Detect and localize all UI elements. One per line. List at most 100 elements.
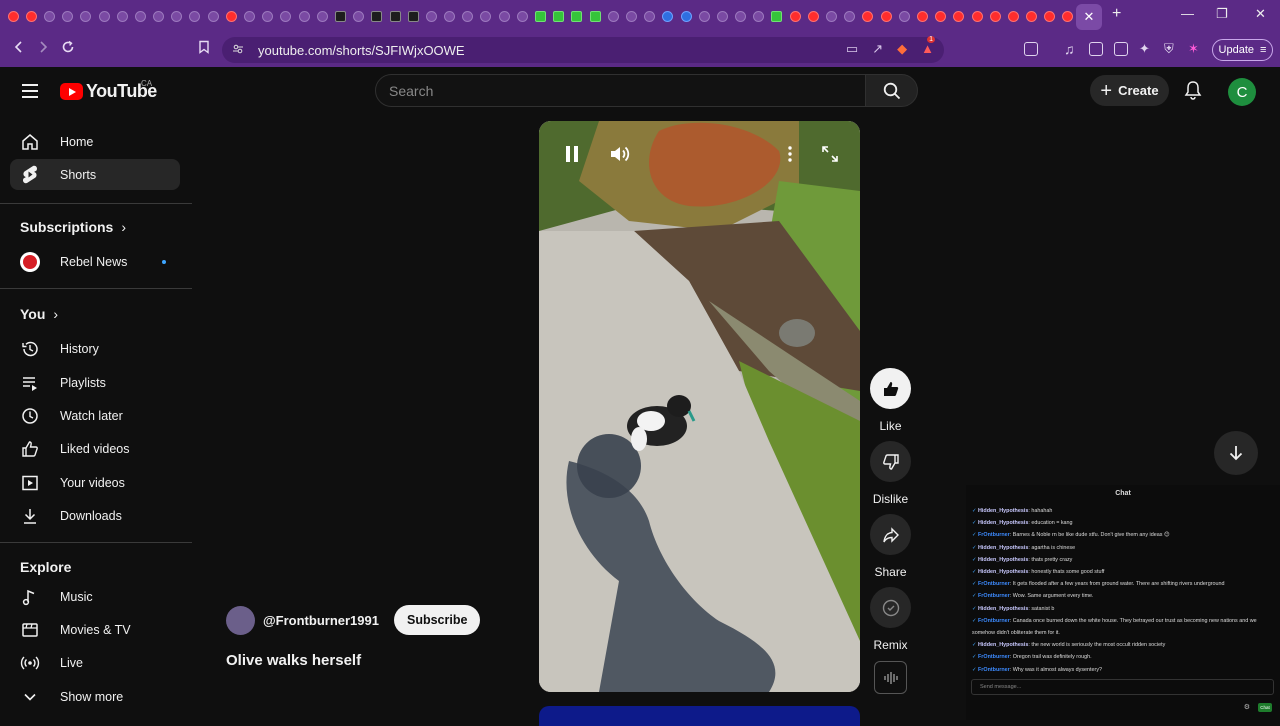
browser-tab[interactable] bbox=[1059, 0, 1077, 33]
channel-avatar[interactable] bbox=[226, 605, 255, 635]
brave-rewards-icon[interactable]: ▲ 1 bbox=[921, 36, 936, 57]
chat-username[interactable]: Hidden_Hypothesis bbox=[978, 606, 1028, 612]
browser-tab[interactable] bbox=[459, 0, 477, 33]
browser-tab[interactable] bbox=[495, 0, 513, 33]
browser-tab[interactable] bbox=[131, 0, 149, 33]
browser-tab[interactable] bbox=[713, 0, 731, 33]
browser-tab[interactable] bbox=[550, 0, 568, 33]
browser-tab[interactable] bbox=[350, 0, 368, 33]
guide-menu-icon[interactable] bbox=[22, 84, 38, 102]
sidebar-item-history[interactable]: History bbox=[10, 333, 180, 364]
browser-tab[interactable] bbox=[368, 0, 386, 33]
sidebar-item-music[interactable]: Music bbox=[10, 581, 180, 612]
update-button[interactable]: Update ≡ bbox=[1212, 39, 1273, 61]
browser-tab[interactable] bbox=[1004, 0, 1022, 33]
browser-tab[interactable] bbox=[968, 0, 986, 33]
browser-tab[interactable] bbox=[477, 0, 495, 33]
browser-tab[interactable] bbox=[932, 0, 950, 33]
chat-send-button[interactable]: Chat bbox=[1258, 703, 1272, 712]
sidebar-item-rebel-news[interactable]: Rebel News bbox=[10, 246, 180, 277]
like-button[interactable]: Like bbox=[870, 368, 911, 433]
chat-username[interactable]: Hidden_Hypothesis bbox=[978, 508, 1028, 514]
cast-icon[interactable]: ▭ bbox=[846, 41, 858, 57]
leo-ai-icon[interactable]: ✦ bbox=[1139, 41, 1150, 57]
url-text[interactable]: youtube.com/shorts/SJFIWjxOOWE bbox=[258, 43, 465, 58]
browser-tab[interactable] bbox=[604, 0, 622, 33]
fullscreen-button[interactable] bbox=[821, 145, 839, 168]
browser-tab[interactable] bbox=[22, 0, 40, 33]
browser-tab[interactable] bbox=[695, 0, 713, 33]
sidebar-item-show-more[interactable]: Show more bbox=[10, 681, 180, 712]
next-short-preview[interactable] bbox=[539, 706, 860, 726]
browser-tab[interactable] bbox=[295, 0, 313, 33]
browser-tab[interactable] bbox=[750, 0, 768, 33]
new-tab-button[interactable]: + bbox=[1112, 5, 1121, 23]
chat-username[interactable]: FrOntburner bbox=[978, 618, 1010, 624]
browser-tab[interactable] bbox=[513, 0, 531, 33]
chat-username[interactable]: Hidden_Hypothesis bbox=[978, 545, 1028, 551]
volume-button[interactable] bbox=[609, 144, 631, 169]
remix-circle[interactable] bbox=[870, 587, 911, 628]
browser-tab[interactable] bbox=[404, 0, 422, 33]
browser-tab[interactable] bbox=[313, 0, 331, 33]
browser-tab[interactable] bbox=[168, 0, 186, 33]
you-heading[interactable]: You › bbox=[20, 306, 58, 322]
chat-username[interactable]: Hidden_Hypothesis bbox=[978, 520, 1028, 526]
like-circle[interactable] bbox=[870, 368, 911, 409]
browser-tab[interactable] bbox=[77, 0, 95, 33]
browser-tab[interactable] bbox=[568, 0, 586, 33]
more-options-button[interactable] bbox=[787, 146, 793, 167]
browser-tab[interactable] bbox=[768, 0, 786, 33]
sidebar-item-your-videos[interactable]: Your videos bbox=[10, 467, 180, 498]
browser-tab[interactable] bbox=[386, 0, 404, 33]
site-info-icon[interactable] bbox=[232, 43, 244, 58]
browser-tab[interactable] bbox=[331, 0, 349, 33]
menu-icon[interactable]: ≡ bbox=[1260, 44, 1266, 56]
browser-tab[interactable] bbox=[1041, 0, 1059, 33]
subscribe-button[interactable]: Subscribe bbox=[393, 605, 481, 635]
wallet-icon[interactable] bbox=[1114, 42, 1128, 56]
close-tab-button[interactable]: ✕ bbox=[1076, 4, 1102, 30]
dislike-circle[interactable] bbox=[870, 441, 911, 482]
browser-tab[interactable] bbox=[622, 0, 640, 33]
browser-tab[interactable] bbox=[841, 0, 859, 33]
sidebar-item-movies-tv[interactable]: Movies & TV bbox=[10, 614, 180, 645]
subscriptions-heading[interactable]: Subscriptions › bbox=[20, 219, 126, 235]
browser-tab[interactable] bbox=[659, 0, 677, 33]
extension-icon[interactable]: ✶ bbox=[1188, 41, 1199, 57]
browser-tab[interactable] bbox=[240, 0, 258, 33]
channel-handle[interactable]: @Frontburner1991 bbox=[263, 613, 379, 628]
account-avatar[interactable]: C bbox=[1228, 78, 1256, 106]
browser-tab[interactable] bbox=[441, 0, 459, 33]
browser-tab[interactable] bbox=[877, 0, 895, 33]
chat-username[interactable]: FrOntburner bbox=[978, 654, 1010, 660]
browser-tab[interactable] bbox=[732, 0, 750, 33]
browser-tab[interactable] bbox=[59, 0, 77, 33]
create-button[interactable]: + Create bbox=[1090, 75, 1169, 106]
sidebar-item-liked-videos[interactable]: Liked videos bbox=[10, 433, 180, 464]
browser-tab[interactable] bbox=[422, 0, 440, 33]
browser-tab[interactable] bbox=[531, 0, 549, 33]
chat-username[interactable]: FrOntburner bbox=[978, 593, 1010, 599]
reload-icon[interactable] bbox=[61, 40, 75, 59]
browser-tab[interactable] bbox=[859, 0, 877, 33]
search-button[interactable] bbox=[865, 74, 918, 107]
vpn-icon[interactable]: ⛨ bbox=[1164, 41, 1174, 57]
sound-button[interactable] bbox=[874, 661, 907, 694]
browser-tab[interactable] bbox=[913, 0, 931, 33]
browser-tab[interactable] bbox=[804, 0, 822, 33]
browser-tab[interactable] bbox=[95, 0, 113, 33]
browser-tab[interactable] bbox=[1023, 0, 1041, 33]
dislike-button[interactable]: Dislike bbox=[870, 441, 911, 506]
browser-tab[interactable] bbox=[113, 0, 131, 33]
sidebar-item-downloads[interactable]: Downloads bbox=[10, 500, 180, 531]
share-circle[interactable] bbox=[870, 514, 911, 555]
browser-tab[interactable] bbox=[986, 0, 1004, 33]
remix-button[interactable]: Remix bbox=[870, 587, 911, 652]
sidebar-toggle-icon[interactable] bbox=[1089, 42, 1103, 56]
sidebar-item-live[interactable]: Live bbox=[10, 647, 180, 678]
bookmark-icon[interactable] bbox=[197, 40, 211, 59]
browser-tab[interactable] bbox=[150, 0, 168, 33]
browser-tab[interactable] bbox=[204, 0, 222, 33]
browser-tab[interactable] bbox=[186, 0, 204, 33]
